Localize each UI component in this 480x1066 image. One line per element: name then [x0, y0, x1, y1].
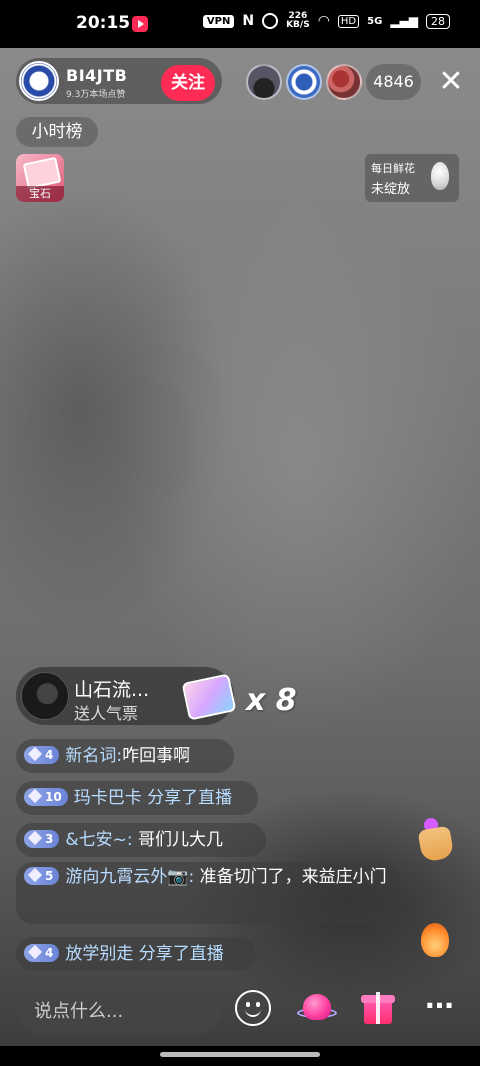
alarm-icon — [262, 13, 279, 29]
signal-bars-icon: ▂▄▆ — [390, 14, 418, 28]
user-level-badge: 10 — [24, 787, 68, 806]
more-icon[interactable]: ··· — [422, 992, 456, 1020]
user-level-badge: 5 — [24, 866, 60, 885]
diamond-icon — [27, 830, 43, 845]
gift-icon[interactable] — [361, 990, 395, 1026]
flower-title: 每日鲜花 — [371, 162, 415, 175]
gift-sender-name: 山石流... — [74, 679, 150, 701]
signal-indicator: 5G — [367, 15, 383, 27]
host-name: BI4JTB — [66, 66, 128, 85]
gift-count: x 8 — [246, 683, 297, 718]
chat-text: 分享了直播 — [138, 944, 224, 964]
chat-message[interactable]: 4 放学别走 分享了直播 — [16, 937, 256, 971]
gift-action: 送人气票 — [74, 704, 139, 723]
follow-button[interactable]: 关注 — [161, 65, 215, 101]
network-speed: 226 KB/S — [286, 11, 310, 30]
floating-fire-icon — [421, 923, 449, 957]
chat-username[interactable]: 放学别走 — [65, 944, 133, 964]
flower-status: 未绽放 — [371, 182, 411, 197]
host-avatar[interactable] — [19, 61, 59, 101]
viewer-avatar-2[interactable] — [286, 64, 322, 100]
diamond-icon — [27, 944, 43, 959]
close-icon[interactable]: ✕ — [436, 66, 466, 98]
chat-message[interactable]: 3 &七安~: 哥们儿大几 — [16, 823, 266, 857]
diamond-icon — [27, 746, 43, 761]
battery-indicator: 28 — [426, 13, 450, 29]
chat-message[interactable]: 5 游向九霄云外📷: 准备切门了，来益庄小门 — [16, 862, 400, 924]
hour-rank-button[interactable]: 小时榜 — [16, 117, 98, 147]
gem-icon — [22, 156, 62, 190]
daily-flower-widget[interactable]: 每日鲜花 未绽放 — [365, 154, 459, 202]
chat-username[interactable]: 玛卡巴卡 — [74, 788, 142, 808]
viewer-avatar-3[interactable] — [326, 64, 362, 100]
app-notification-icon — [132, 16, 148, 32]
chat-text: 准备切门了，来益庄小门 — [199, 867, 387, 887]
comment-placeholder: 说点什么... — [34, 1001, 124, 1022]
user-level-badge: 4 — [24, 943, 60, 962]
floating-like-icon — [417, 818, 455, 864]
chat-text: 分享了直播 — [147, 788, 233, 808]
hd-indicator: HD — [337, 14, 360, 28]
gift-sender-avatar[interactable] — [21, 672, 69, 720]
status-time: 20:15 — [76, 13, 131, 33]
host-likes: 9.3万本场点赞 — [66, 90, 126, 100]
chat-username[interactable]: &七安~: — [65, 830, 132, 850]
viewer-avatar-1[interactable] — [246, 64, 282, 100]
user-level-badge: 3 — [24, 829, 60, 848]
viewer-count[interactable]: 4846 — [366, 64, 421, 100]
comment-input[interactable]: 说点什么... — [16, 984, 222, 1034]
home-indicator[interactable] — [160, 1052, 320, 1057]
gem-label: 宝石 — [16, 186, 64, 202]
status-bar: 20:15 VPN N 226 KB/S ◠ HD 5G ▂▄▆ 28 — [0, 0, 480, 48]
diamond-icon — [27, 788, 43, 803]
nfc-icon: N — [242, 13, 255, 29]
chat-username[interactable]: 新名词: — [65, 746, 122, 766]
user-level-badge: 4 — [24, 745, 60, 764]
emoji-icon[interactable] — [235, 990, 271, 1026]
chat-text: 咋回事啊 — [122, 746, 191, 766]
vpn-indicator: VPN — [202, 14, 235, 28]
diamond-icon — [27, 867, 43, 882]
flower-bud-icon — [431, 162, 449, 190]
heart-icon[interactable] — [297, 990, 337, 1026]
wifi-icon: ◠ — [317, 13, 330, 29]
chat-message[interactable]: 10 玛卡巴卡 分享了直播 — [16, 781, 258, 815]
chat-message[interactable]: 4 新名词:咋回事啊 — [16, 739, 234, 773]
chat-username[interactable]: 游向九霄云外📷: — [65, 867, 194, 887]
gem-activity-button[interactable]: 宝石 — [16, 154, 64, 202]
chat-text: 哥们儿大几 — [138, 830, 223, 850]
